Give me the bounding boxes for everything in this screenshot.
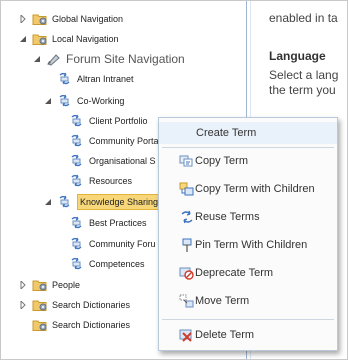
term-icon (69, 134, 85, 148)
term-icon (57, 195, 73, 209)
menu-separator (162, 319, 334, 320)
tree-node-best-practices[interactable]: Best Practices (69, 215, 147, 231)
tree-node-label-selected: Knowledge Sharing (77, 194, 162, 210)
tree-node-co-working[interactable]: Co-Working (44, 93, 124, 109)
menu-item-delete-term[interactable]: Delete Term (159, 324, 337, 346)
tree-node-search-dictionaries-2[interactable]: Search Dictionaries (32, 317, 130, 333)
folder-gear-icon (32, 32, 48, 46)
tree-node-label: Resources (89, 176, 133, 186)
term-icon (69, 154, 85, 168)
menu-item-copy-term-with-children[interactable]: Copy Term with Children (159, 178, 337, 200)
tree-node-label: Co-Working (77, 96, 125, 106)
tree-node-people[interactable]: People (19, 277, 80, 293)
term-icon (69, 257, 85, 271)
tree-node-forum-site-navigation[interactable]: Forum Site Navigation (33, 51, 185, 67)
tree-node-client-portfolio[interactable]: Client Portfolio (69, 113, 148, 129)
tree-node-local-navigation[interactable]: Local Navigation (19, 31, 119, 47)
menu-item-create-term[interactable]: Create Term (159, 122, 337, 144)
term-icon (57, 94, 73, 108)
copy-term-icon (179, 153, 195, 169)
tree-node-competences[interactable]: Competences (69, 256, 145, 272)
move-term-icon (179, 293, 195, 309)
tree-node-label: Search Dictionaries (52, 320, 131, 330)
tree-node-label: Community Porta (89, 136, 159, 146)
tree-node-label: Forum Site Navigation (66, 52, 185, 66)
tree-node-resources[interactable]: Resources (69, 173, 132, 189)
expand-arrow-icon[interactable] (19, 281, 27, 289)
pin-term-icon (179, 237, 195, 253)
tree-node-label: Local Navigation (52, 34, 119, 44)
pencil-tag-icon (46, 52, 62, 66)
folder-gear-icon (32, 12, 48, 26)
expand-arrow-icon[interactable] (19, 15, 27, 23)
properties-text: enabled in ta (269, 11, 338, 25)
tree-node-label: Global Navigation (52, 14, 124, 24)
delete-term-icon (179, 327, 195, 343)
menu-separator (162, 147, 334, 148)
term-context-menu: Create Term Copy Term Copy Term with Chi… (158, 117, 338, 351)
collapse-arrow-icon[interactable] (44, 97, 52, 105)
tree-node-global-navigation[interactable]: Global Navigation (19, 11, 123, 27)
tree-node-label: Client Portfolio (89, 116, 148, 126)
term-icon (69, 114, 85, 128)
term-icon (69, 216, 85, 230)
properties-text: Select a lang (269, 68, 339, 82)
language-heading: Language (269, 49, 326, 63)
collapse-arrow-icon[interactable] (33, 55, 41, 63)
copy-term-children-icon (179, 181, 195, 197)
folder-gear-icon (32, 298, 48, 312)
menu-item-reuse-terms[interactable]: Reuse Terms (159, 206, 337, 228)
term-icon (69, 174, 85, 188)
menu-item-copy-term[interactable]: Copy Term (159, 150, 337, 172)
collapse-arrow-icon[interactable] (19, 35, 27, 43)
tree-node-community-forum[interactable]: Community Foru (69, 236, 156, 252)
tree-node-label: Search Dictionaries (52, 300, 131, 310)
expand-arrow-icon[interactable] (19, 301, 27, 309)
term-icon (69, 237, 85, 251)
menu-item-move-term[interactable]: Move Term (159, 290, 337, 312)
tree-node-label: Altran Intranet (77, 74, 134, 84)
tree-node-label: People (52, 280, 81, 290)
reuse-terms-icon (179, 209, 195, 225)
properties-text: the term you (269, 83, 336, 97)
tree-node-knowledge-sharing[interactable]: Knowledge Sharing (44, 194, 162, 210)
term-store-window: Global Navigation Local Navigation Forum… (0, 0, 348, 360)
deprecate-term-icon (179, 265, 195, 281)
folder-gear-icon (32, 318, 48, 332)
tree-node-label: Organisational S (89, 156, 156, 166)
menu-item-pin-term-with-children[interactable]: Pin Term With Children (159, 234, 337, 256)
term-icon (57, 72, 73, 86)
tree-node-search-dictionaries[interactable]: Search Dictionaries (19, 297, 130, 313)
tree-node-altran-intranet[interactable]: Altran Intranet (57, 71, 134, 87)
tree-node-community-portal[interactable]: Community Porta (69, 133, 159, 149)
tree-node-organisational[interactable]: Organisational S (69, 153, 156, 169)
folder-gear-icon (32, 278, 48, 292)
tree-node-label: Best Practices (89, 218, 147, 228)
collapse-arrow-icon[interactable] (44, 198, 52, 206)
tree-node-label: Competences (89, 259, 145, 269)
tree-node-label: Community Foru (89, 239, 156, 249)
menu-item-deprecate-term[interactable]: Deprecate Term (159, 262, 337, 284)
